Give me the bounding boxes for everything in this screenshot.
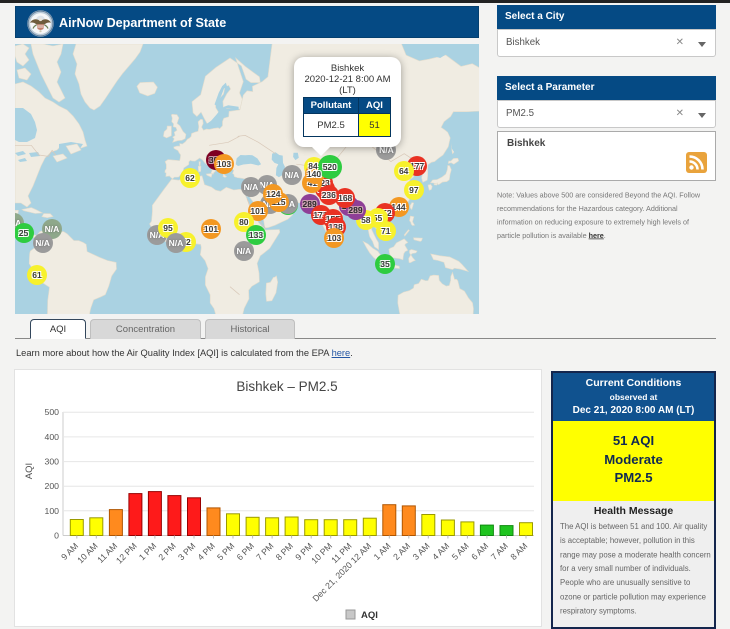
svg-text:7 PM: 7 PM (254, 541, 275, 562)
svg-text:6 PM: 6 PM (235, 541, 256, 562)
svg-text:7 AM: 7 AM (489, 541, 510, 562)
svg-text:10 PM: 10 PM (309, 541, 334, 566)
svg-text:3 AM: 3 AM (411, 541, 432, 562)
svg-text:500: 500 (45, 407, 60, 417)
svg-text:300: 300 (45, 457, 60, 467)
svg-text:AQI: AQI (361, 610, 378, 621)
svg-text:5 PM: 5 PM (215, 541, 236, 562)
svg-text:5 AM: 5 AM (450, 541, 471, 562)
svg-text:10 AM: 10 AM (75, 541, 99, 565)
svg-text:Bishkek – PM2.5: Bishkek – PM2.5 (236, 379, 337, 394)
svg-text:200: 200 (45, 481, 60, 491)
svg-text:100: 100 (45, 506, 60, 516)
svg-text:3 PM: 3 PM (176, 541, 197, 562)
svg-text:2 PM: 2 PM (156, 541, 177, 562)
svg-text:4 AM: 4 AM (430, 541, 451, 562)
svg-text:1 AM: 1 AM (372, 541, 393, 562)
svg-text:0: 0 (54, 531, 59, 541)
svg-text:400: 400 (45, 432, 60, 442)
svg-text:8 AM: 8 AM (508, 541, 529, 562)
svg-text:2 AM: 2 AM (391, 541, 412, 562)
svg-text:8 PM: 8 PM (274, 541, 295, 562)
svg-text:12 PM: 12 PM (114, 541, 139, 566)
svg-text:1 PM: 1 PM (137, 541, 158, 562)
svg-text:4 PM: 4 PM (196, 541, 217, 562)
svg-text:6 AM: 6 AM (469, 541, 490, 562)
svg-text:AQI: AQI (24, 463, 35, 479)
